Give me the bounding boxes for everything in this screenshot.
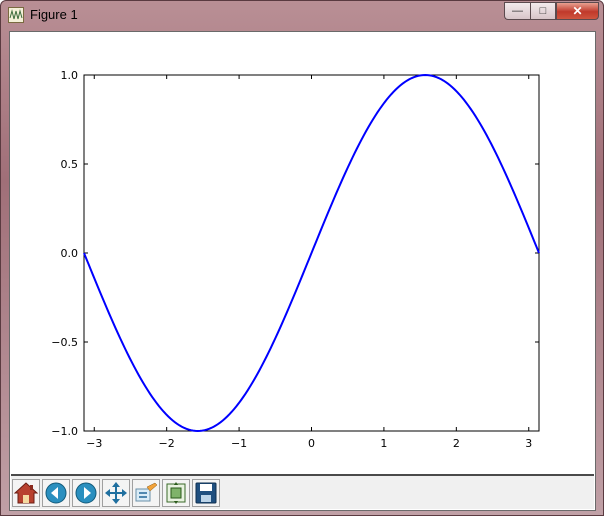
y-tick-label: −1.0 <box>51 425 78 438</box>
y-tick-label: 1.0 <box>61 69 79 82</box>
title-bar[interactable]: Figure 1 — □ ✕ <box>1 1 604 31</box>
x-tick-label: 3 <box>525 437 532 450</box>
home-icon <box>14 481 38 503</box>
y-tick-label: 0.0 <box>61 247 79 260</box>
zoom-button[interactable] <box>132 478 160 507</box>
x-tick-label: 1 <box>380 437 387 450</box>
navigation-toolbar <box>11 474 594 509</box>
figure-canvas[interactable]: −3 −2 −1 0 1 2 3 −1.0 −0.5 0.0 0.5 1.0 <box>11 33 594 473</box>
x-tick-label: 2 <box>453 437 460 450</box>
pan-button[interactable] <box>102 478 130 507</box>
window-title: Figure 1 <box>30 7 78 22</box>
minimize-icon: — <box>512 5 523 17</box>
save-icon <box>195 482 217 503</box>
y-tick-label: 0.5 <box>61 158 79 171</box>
back-arrow-icon <box>45 482 67 503</box>
zoom-rect-icon <box>135 482 158 501</box>
x-tick-label: 0 <box>308 437 315 450</box>
caption-buttons: — □ ✕ <box>504 2 599 21</box>
x-tick-label: −3 <box>86 437 102 450</box>
minimize-button[interactable]: — <box>504 2 530 20</box>
close-button[interactable]: ✕ <box>556 2 599 20</box>
back-button[interactable] <box>42 478 70 507</box>
plot-svg: −3 −2 −1 0 1 2 3 −1.0 −0.5 0.0 0.5 1.0 <box>51 69 540 450</box>
forward-button[interactable] <box>72 478 100 507</box>
figure-client-area: −3 −2 −1 0 1 2 3 −1.0 −0.5 0.0 0.5 1.0 <box>9 31 596 511</box>
forward-arrow-icon <box>75 482 97 503</box>
subplots-icon <box>166 481 186 504</box>
move-icon <box>105 481 127 504</box>
x-tick-label: −2 <box>159 437 175 450</box>
home-button[interactable] <box>12 478 40 507</box>
figure-app-icon[interactable] <box>8 7 24 23</box>
save-button[interactable] <box>192 478 220 507</box>
maximize-button[interactable]: □ <box>530 2 556 20</box>
maximize-icon: □ <box>539 5 547 17</box>
close-icon: ✕ <box>572 4 583 18</box>
subplots-button[interactable] <box>162 478 190 507</box>
x-tick-label: −1 <box>231 437 247 450</box>
figure-window: Figure 1 — □ ✕ −3 −2 −1 0 1 2 3 −1.0 −0.5 0.0 0.5 1… <box>0 0 604 516</box>
y-tick-label: −0.5 <box>51 336 78 349</box>
